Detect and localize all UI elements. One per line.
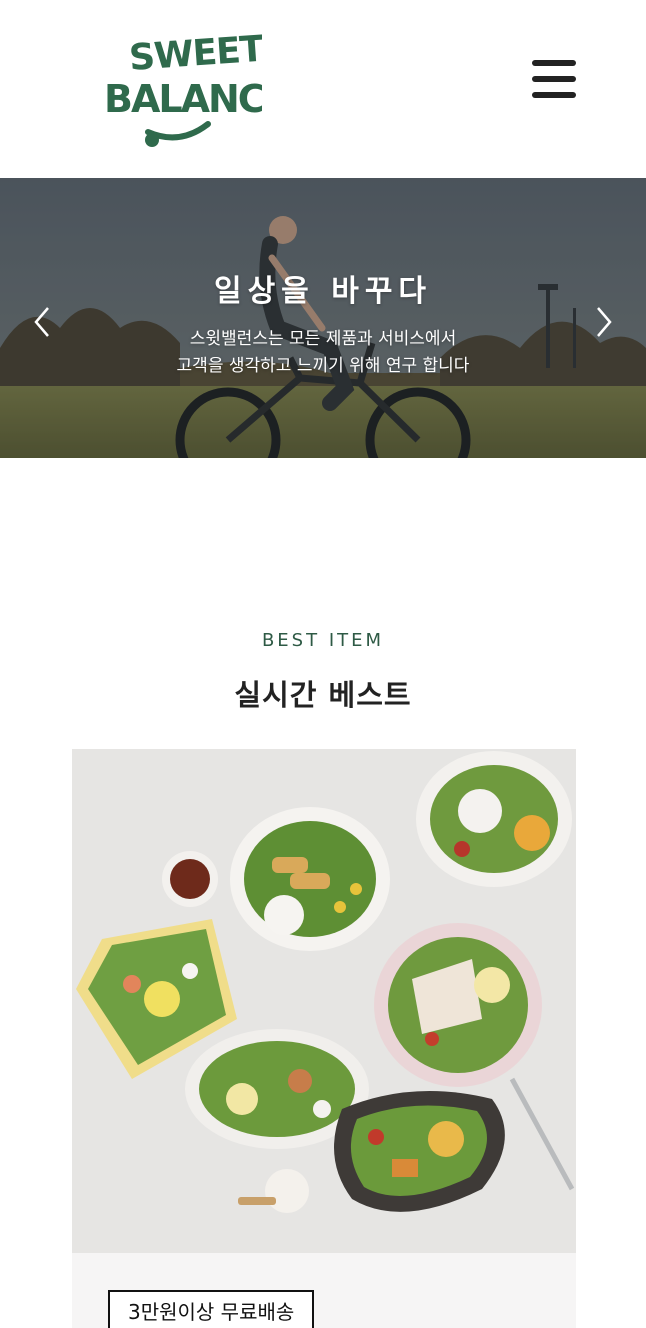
- section-title: 실시간 베스트: [234, 678, 412, 712]
- hero-description-line: 고객을 생각하고 느끼기 위해 연구 합니다: [176, 356, 470, 376]
- chevron-left-icon[interactable]: [30, 304, 54, 340]
- chevron-right-icon[interactable]: [592, 304, 616, 340]
- site-header: SWEET BALANCE: [0, 0, 646, 178]
- product-image[interactable]: [72, 749, 576, 1253]
- hero-banner: 일상을 바꾸다 스윗밸런스는 모든 제품과 서비스에서 고객을 생각하고 느끼기…: [0, 178, 646, 458]
- svg-text:BALANCE: BALANCE: [104, 77, 262, 121]
- product-card[interactable]: 3만원이상 무료배송: [72, 1253, 576, 1328]
- hero-description: 스윗밸런스는 모든 제품과 서비스에서 고객을 생각하고 느끼기 위해 연구 합…: [0, 326, 646, 380]
- section-label: BEST ITEM: [261, 630, 385, 651]
- hero-title: 일상을 바꾸다: [213, 274, 433, 309]
- hero-description-line: 스윗밸런스는 모든 제품과 서비스에서: [189, 329, 457, 349]
- free-shipping-badge: 3만원이상 무료배송: [108, 1290, 315, 1328]
- sweet-balance-logo[interactable]: SWEET BALANCE: [100, 28, 262, 152]
- hamburger-icon[interactable]: [530, 58, 578, 102]
- svg-text:SWEET: SWEET: [128, 29, 262, 79]
- hero-image: [0, 178, 646, 458]
